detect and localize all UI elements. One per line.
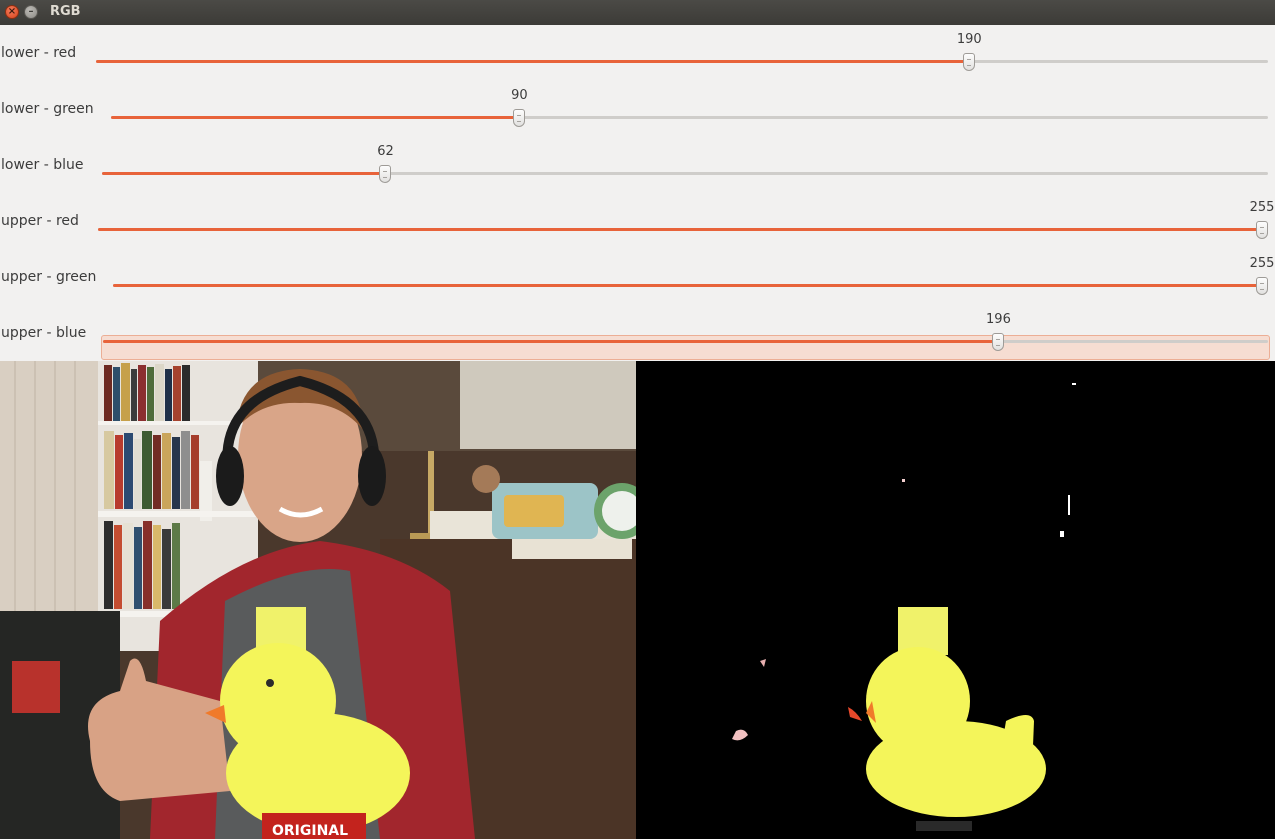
slider-track[interactable]: 190	[96, 32, 1268, 71]
close-icon[interactable]: ×	[5, 5, 19, 19]
slider-row-lower-red: lower - red 190	[0, 25, 1275, 81]
slider-label: upper - green	[1, 269, 97, 285]
slider-thumb[interactable]	[992, 333, 1005, 351]
slider-label: lower - green	[1, 101, 94, 117]
slider-thumb[interactable]	[1256, 221, 1268, 239]
slider-row-lower-blue: lower - blue 62	[0, 137, 1275, 193]
threshold-mask-image	[636, 361, 1275, 839]
slider-value: 196	[986, 312, 1011, 327]
slider-track[interactable]: 62	[102, 144, 1268, 183]
slider-row-upper-red: upper - red 255	[0, 193, 1275, 249]
slider-value: 90	[511, 88, 528, 103]
slider-value: 255	[1249, 200, 1275, 215]
camera-image: ORIGINAL	[0, 361, 636, 839]
slider-value: 62	[377, 144, 394, 159]
slider-thumb[interactable]	[513, 109, 526, 127]
minimize-icon[interactable]: –	[24, 5, 38, 19]
trackbar-panel: lower - red 190 lower - green 90 lower -…	[0, 25, 1275, 361]
slider-thumb[interactable]	[963, 53, 976, 71]
can-label: ORIGINAL	[272, 823, 348, 839]
title-bar: × – RGB	[0, 0, 1275, 25]
mask-scene	[636, 361, 1275, 839]
slider-row-lower-green: lower - green 90	[0, 81, 1275, 137]
slider-label: lower - blue	[1, 157, 84, 173]
camera-scene: ORIGINAL	[0, 361, 636, 839]
slider-label: lower - red	[1, 45, 77, 61]
slider-track[interactable]: 196	[103, 312, 1268, 351]
slider-track[interactable]: 90	[111, 88, 1268, 127]
slider-row-upper-blue: upper - blue 196	[0, 305, 1275, 361]
slider-row-upper-green: upper - green 255	[0, 249, 1275, 305]
slider-track[interactable]: 255	[98, 200, 1274, 239]
slider-value: 190	[956, 32, 982, 47]
slider-label: upper - red	[1, 213, 79, 229]
slider-value: 255	[1249, 256, 1275, 271]
window-title: RGB	[50, 4, 81, 19]
slider-label: upper - blue	[1, 325, 87, 341]
slider-thumb[interactable]	[1256, 277, 1268, 295]
slider-track[interactable]: 255	[113, 256, 1274, 295]
slider-thumb[interactable]	[379, 165, 392, 183]
